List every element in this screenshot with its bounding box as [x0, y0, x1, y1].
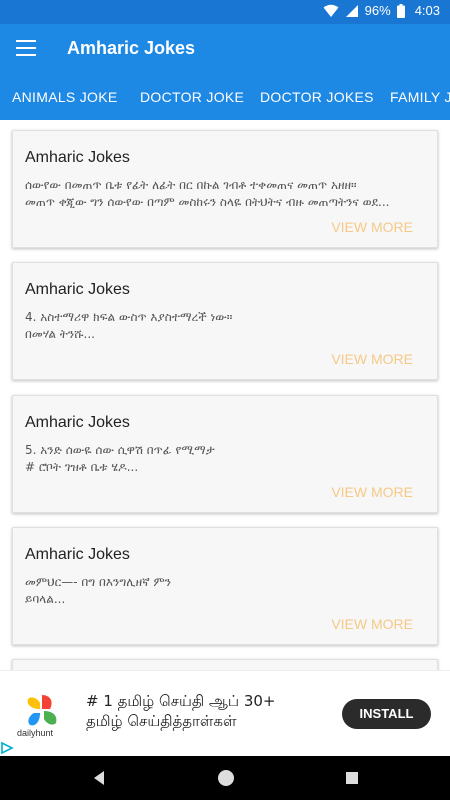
view-more-button[interactable]: VIEW MORE — [331, 219, 413, 235]
card-title: Amharic Jokes — [25, 149, 130, 166]
app-bar: Amharic Jokes — [0, 24, 450, 74]
ad-text: # 1 தமிழ் செய்தி ஆப் 30+ தமிழ் செய்தித்த… — [86, 692, 276, 730]
tab-family-jokes[interactable]: FAMILY J — [390, 89, 450, 105]
clock: 4:03 — [414, 3, 440, 18]
home-icon[interactable] — [216, 768, 236, 793]
battery-percent: 96% — [364, 3, 391, 18]
view-more-button[interactable]: VIEW MORE — [331, 616, 413, 632]
status-icons: 96% 4:03 — [323, 3, 440, 18]
card-body: 4. አስተማሪዋ ክፍል ውስጥ እያስተማረች ነው። በመሃል ትንሹ..… — [25, 310, 233, 341]
ad-banner[interactable]: dailyhunt # 1 தமிழ் செய்தி ஆப் 30+ தமிழ்… — [0, 670, 450, 756]
card-title: Amharic Jokes — [25, 281, 130, 298]
view-more-button[interactable]: VIEW MORE — [331, 351, 413, 367]
card-body: መምህር—- በግ በእንግሊዘኛ ምን ይባላል... — [25, 575, 172, 606]
tab-doctor-joke[interactable]: DOCTOR JOKE — [140, 89, 244, 105]
joke-card[interactable]: Amharic Jokes 5. አንድ ሰውዬ ሰው ሲዋሽ በጥፊ የሚማታ… — [12, 395, 438, 513]
recent-apps-icon[interactable] — [345, 771, 359, 790]
card-title: Amharic Jokes — [25, 414, 130, 431]
view-more-button[interactable]: VIEW MORE — [331, 484, 413, 500]
joke-card[interactable]: Amharic Jokes ሰውየው በመጠጥ ቤቱ የፊት ለፊት በር በኩ… — [12, 130, 438, 248]
tab-bar: ANIMALS JOKE DOCTOR JOKE DOCTOR JOKES FA… — [0, 74, 450, 120]
signal-icon — [345, 4, 359, 18]
tab-doctor-jokes[interactable]: DOCTOR JOKES — [260, 89, 374, 105]
status-bar: 96% 4:03 — [0, 0, 450, 24]
install-button[interactable]: INSTALL — [342, 699, 431, 729]
ad-brand-label: dailyhunt — [17, 728, 54, 738]
joke-card[interactable]: Amharic Jokes 4. አስተማሪዋ ክፍል ውስጥ እያስተማረች … — [12, 262, 438, 380]
back-icon[interactable] — [92, 770, 106, 791]
battery-icon — [396, 3, 405, 18]
joke-card[interactable]: Amharic Jokes መምህር—- በግ በእንግሊዘኛ ምን ይባላል.… — [12, 527, 438, 645]
tab-animals-joke[interactable]: ANIMALS JOKE — [12, 89, 118, 105]
dailyhunt-logo-icon — [24, 693, 60, 729]
card-title: Amharic Jokes — [25, 546, 130, 563]
system-nav-bar — [0, 756, 450, 800]
wifi-icon — [323, 4, 339, 18]
card-body: 5. አንድ ሰውዬ ሰው ሲዋሽ በጥፊ የሚማታ # ሮቦት ገዝቶ ቤቱ … — [25, 443, 215, 474]
hamburger-menu-icon[interactable] — [16, 40, 36, 58]
ad-choices-icon[interactable] — [0, 741, 14, 755]
app-title: Amharic Jokes — [67, 38, 196, 58]
card-body: ሰውየው በመጠጥ ቤቱ የፊት ለፊት በር በኩል ገብቶ ተቀመጠና መጠ… — [25, 178, 390, 209]
jokes-list[interactable]: Amharic Jokes ሰውየው በመጠጥ ቤቱ የፊት ለፊት በር በኩ… — [0, 120, 450, 670]
joke-card[interactable] — [12, 659, 438, 670]
